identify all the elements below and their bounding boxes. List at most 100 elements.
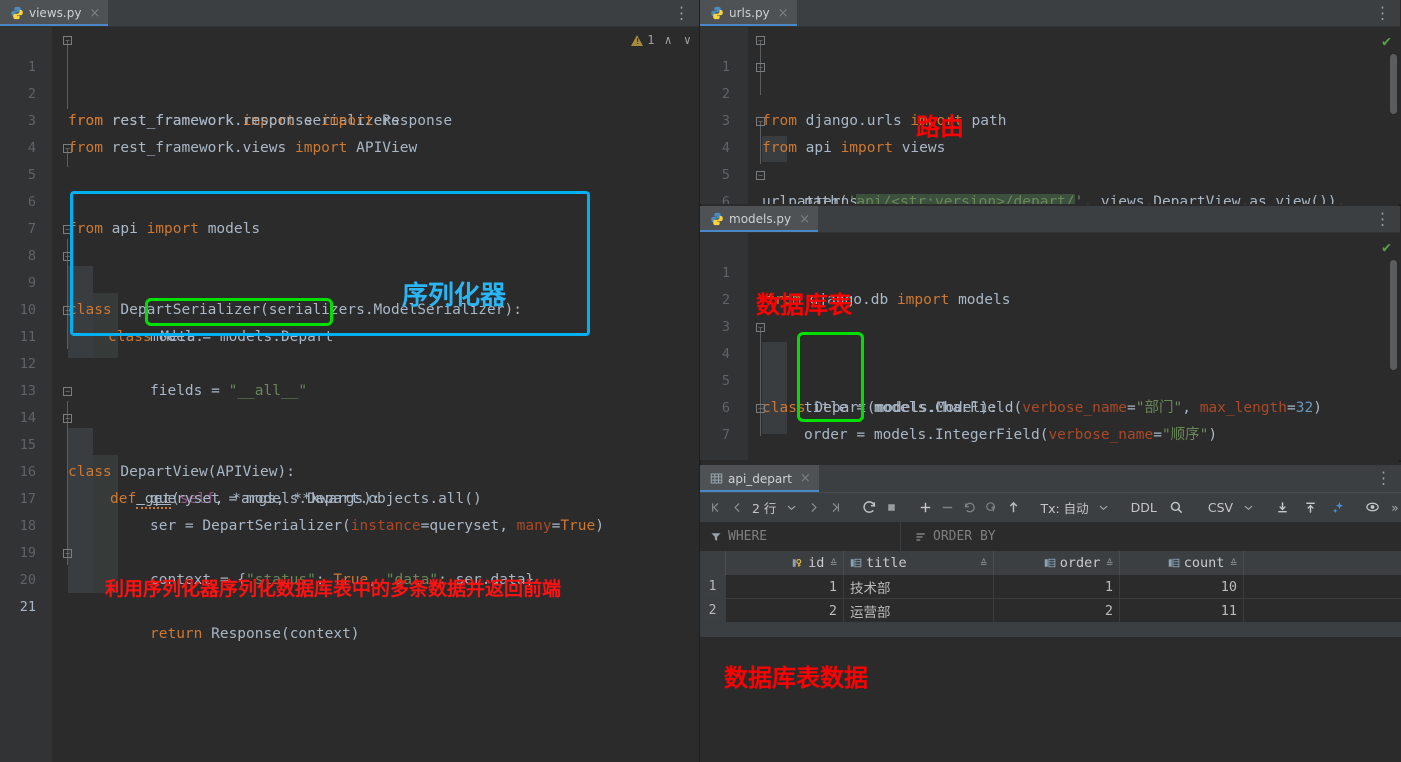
cell-count[interactable]: 10	[1120, 575, 1244, 598]
close-icon[interactable]: ×	[800, 472, 811, 485]
models-scrollbar[interactable]	[1390, 260, 1397, 370]
sort-icon	[915, 531, 927, 543]
row-count-caret-icon[interactable]	[780, 497, 802, 519]
cell-id[interactable]: 2	[726, 599, 844, 622]
cell-order[interactable]: 2	[994, 599, 1120, 622]
transaction-caret-icon[interactable]	[1093, 497, 1115, 519]
inspection-ok-icon[interactable]: ✔	[1382, 32, 1391, 50]
fold-toggle-icon[interactable]: −	[756, 171, 765, 180]
search-icon[interactable]	[1166, 497, 1188, 519]
last-page-button[interactable]	[824, 497, 846, 519]
sort-indicator-icon[interactable]: ≙	[1106, 557, 1113, 570]
submit-button[interactable]	[1002, 497, 1024, 519]
export-data-icon[interactable]	[1299, 497, 1321, 519]
fold-toggle-icon[interactable]: −	[63, 387, 72, 396]
fold-toggle-icon[interactable]: −	[756, 63, 765, 72]
prev-page-button[interactable]	[726, 497, 748, 519]
fold-toggle-icon[interactable]: −	[63, 36, 72, 45]
ddl-button[interactable]: DDL	[1127, 500, 1161, 515]
grid-header-row: id ≙ title ≙ order ≙ count ≙	[700, 551, 1401, 575]
sort-indicator-icon[interactable]: ≙	[830, 557, 837, 570]
chevron-down-icon[interactable]: ∨	[684, 33, 691, 47]
tab-label: models.py	[729, 212, 791, 226]
cell-order[interactable]: 1	[994, 575, 1120, 598]
chevron-up-icon[interactable]: ∧	[665, 33, 672, 47]
inspection-ok-icon[interactable]: ✔	[1382, 238, 1391, 256]
tab-api-depart[interactable]: api_depart ×	[700, 465, 819, 492]
cell-title[interactable]: 运营部	[844, 599, 994, 622]
fold-toggle-icon[interactable]: −	[756, 323, 765, 332]
db-kebab-menu[interactable]: ⋮	[1366, 465, 1401, 492]
import-data-icon[interactable]	[1271, 497, 1293, 519]
fold-toggle-icon[interactable]: −	[756, 404, 765, 413]
code-line: 11 − fields = "__all__"	[0, 297, 699, 324]
tab-models-py[interactable]: models.py ×	[700, 206, 818, 232]
tab-urls-py[interactable]: urls.py ×	[700, 0, 797, 26]
cell-count[interactable]: 11	[1120, 599, 1244, 622]
views-kebab-menu[interactable]: ⋮	[664, 0, 699, 26]
db-results-grid: id ≙ title ≙ order ≙ count ≙	[700, 551, 1401, 623]
close-icon[interactable]: ×	[778, 7, 789, 20]
models-code-area[interactable]: 1 from django.db import models 2 3 4 − c…	[700, 233, 1400, 460]
fold-toggle-icon[interactable]: −	[63, 225, 72, 234]
column-header-order[interactable]: order ≙	[994, 551, 1120, 575]
code-line: 5 title = models.CharField(verbose_name=…	[700, 341, 1400, 368]
table-row[interactable]: 1 1 技术部 1 10	[700, 575, 1401, 599]
code-line: 6 − ]	[700, 162, 1400, 189]
first-page-button[interactable]	[704, 497, 726, 519]
column-label: count	[1184, 555, 1225, 571]
fold-toggle-icon[interactable]: −	[756, 117, 765, 126]
revert-button[interactable]	[958, 497, 980, 519]
fold-toggle-icon[interactable]: −	[63, 252, 72, 261]
delete-row-button[interactable]	[936, 497, 958, 519]
where-filter[interactable]: WHERE	[700, 529, 900, 544]
fold-toggle-icon[interactable]: −	[756, 36, 765, 45]
revert-page-button[interactable]	[980, 497, 1002, 519]
code-line: 6 order = models.IntegerField(verbose_na…	[700, 368, 1400, 395]
warning-triangle-icon	[631, 35, 643, 46]
csv-caret-icon[interactable]	[1237, 497, 1259, 519]
sort-indicator-icon[interactable]: ≙	[1230, 557, 1237, 570]
fold-toggle-icon[interactable]: −	[63, 549, 72, 558]
where-label: WHERE	[728, 529, 767, 544]
db-toolbar: 2 行	[700, 492, 1401, 522]
fold-toggle-icon[interactable]: −	[63, 306, 72, 315]
column-header-title[interactable]: title ≙	[844, 551, 994, 575]
fold-toggle-icon[interactable]: −	[63, 144, 72, 153]
sort-indicator-icon[interactable]: ≙	[980, 557, 987, 570]
close-icon[interactable]: ×	[89, 7, 100, 20]
models-kebab-menu[interactable]: ⋮	[1365, 206, 1400, 232]
row-header-corner	[700, 551, 726, 575]
ai-assistant-icon[interactable]	[1327, 497, 1349, 519]
code-line: 19 context = {"status": True, "data": se…	[0, 513, 699, 540]
urls-kebab-menu[interactable]: ⋮	[1365, 0, 1400, 26]
views-code-area[interactable]: 1 − from rest_framework import serialize…	[0, 27, 699, 762]
tab-views-py[interactable]: views.py ×	[0, 0, 108, 26]
code-line: 7 − count = models.IntegerField(verbose_…	[700, 395, 1400, 422]
code-line: 1 − from django.urls import path	[700, 27, 1400, 54]
inspection-widget[interactable]: 1 ∧ ∨	[631, 33, 691, 47]
column-header-count[interactable]: count ≙	[1120, 551, 1244, 575]
overflow-button[interactable]: »	[1387, 500, 1401, 515]
close-icon[interactable]: ×	[799, 213, 810, 226]
database-console-panel: api_depart × ⋮ 2 行	[700, 465, 1401, 762]
row-count-label[interactable]: 2 行	[748, 498, 780, 517]
view-options-icon[interactable]	[1361, 497, 1383, 519]
next-page-button[interactable]	[802, 497, 824, 519]
reload-button[interactable]	[858, 497, 880, 519]
add-row-button[interactable]	[914, 497, 936, 519]
column-header-id[interactable]: id ≙	[726, 551, 844, 575]
csv-button[interactable]: CSV	[1204, 500, 1237, 515]
cell-id[interactable]: 1	[726, 575, 844, 598]
order-by-label: ORDER BY	[933, 529, 996, 544]
line-number: 6	[700, 189, 730, 204]
cell-title[interactable]: 技术部	[844, 575, 994, 598]
transaction-mode-label[interactable]: Tx: 自动	[1036, 498, 1092, 517]
fold-toggle-icon[interactable]: −	[63, 414, 72, 423]
code-line: 3 from rest_framework.views import APIVi…	[0, 81, 699, 108]
urls-code-area[interactable]: 1 − from django.urls import path 2 − fro…	[700, 27, 1400, 204]
order-by-filter[interactable]: ORDER BY	[901, 529, 996, 544]
table-row[interactable]: 2 2 运营部 2 11	[700, 599, 1401, 623]
stop-button[interactable]	[880, 497, 902, 519]
urls-scrollbar[interactable]	[1390, 54, 1397, 114]
